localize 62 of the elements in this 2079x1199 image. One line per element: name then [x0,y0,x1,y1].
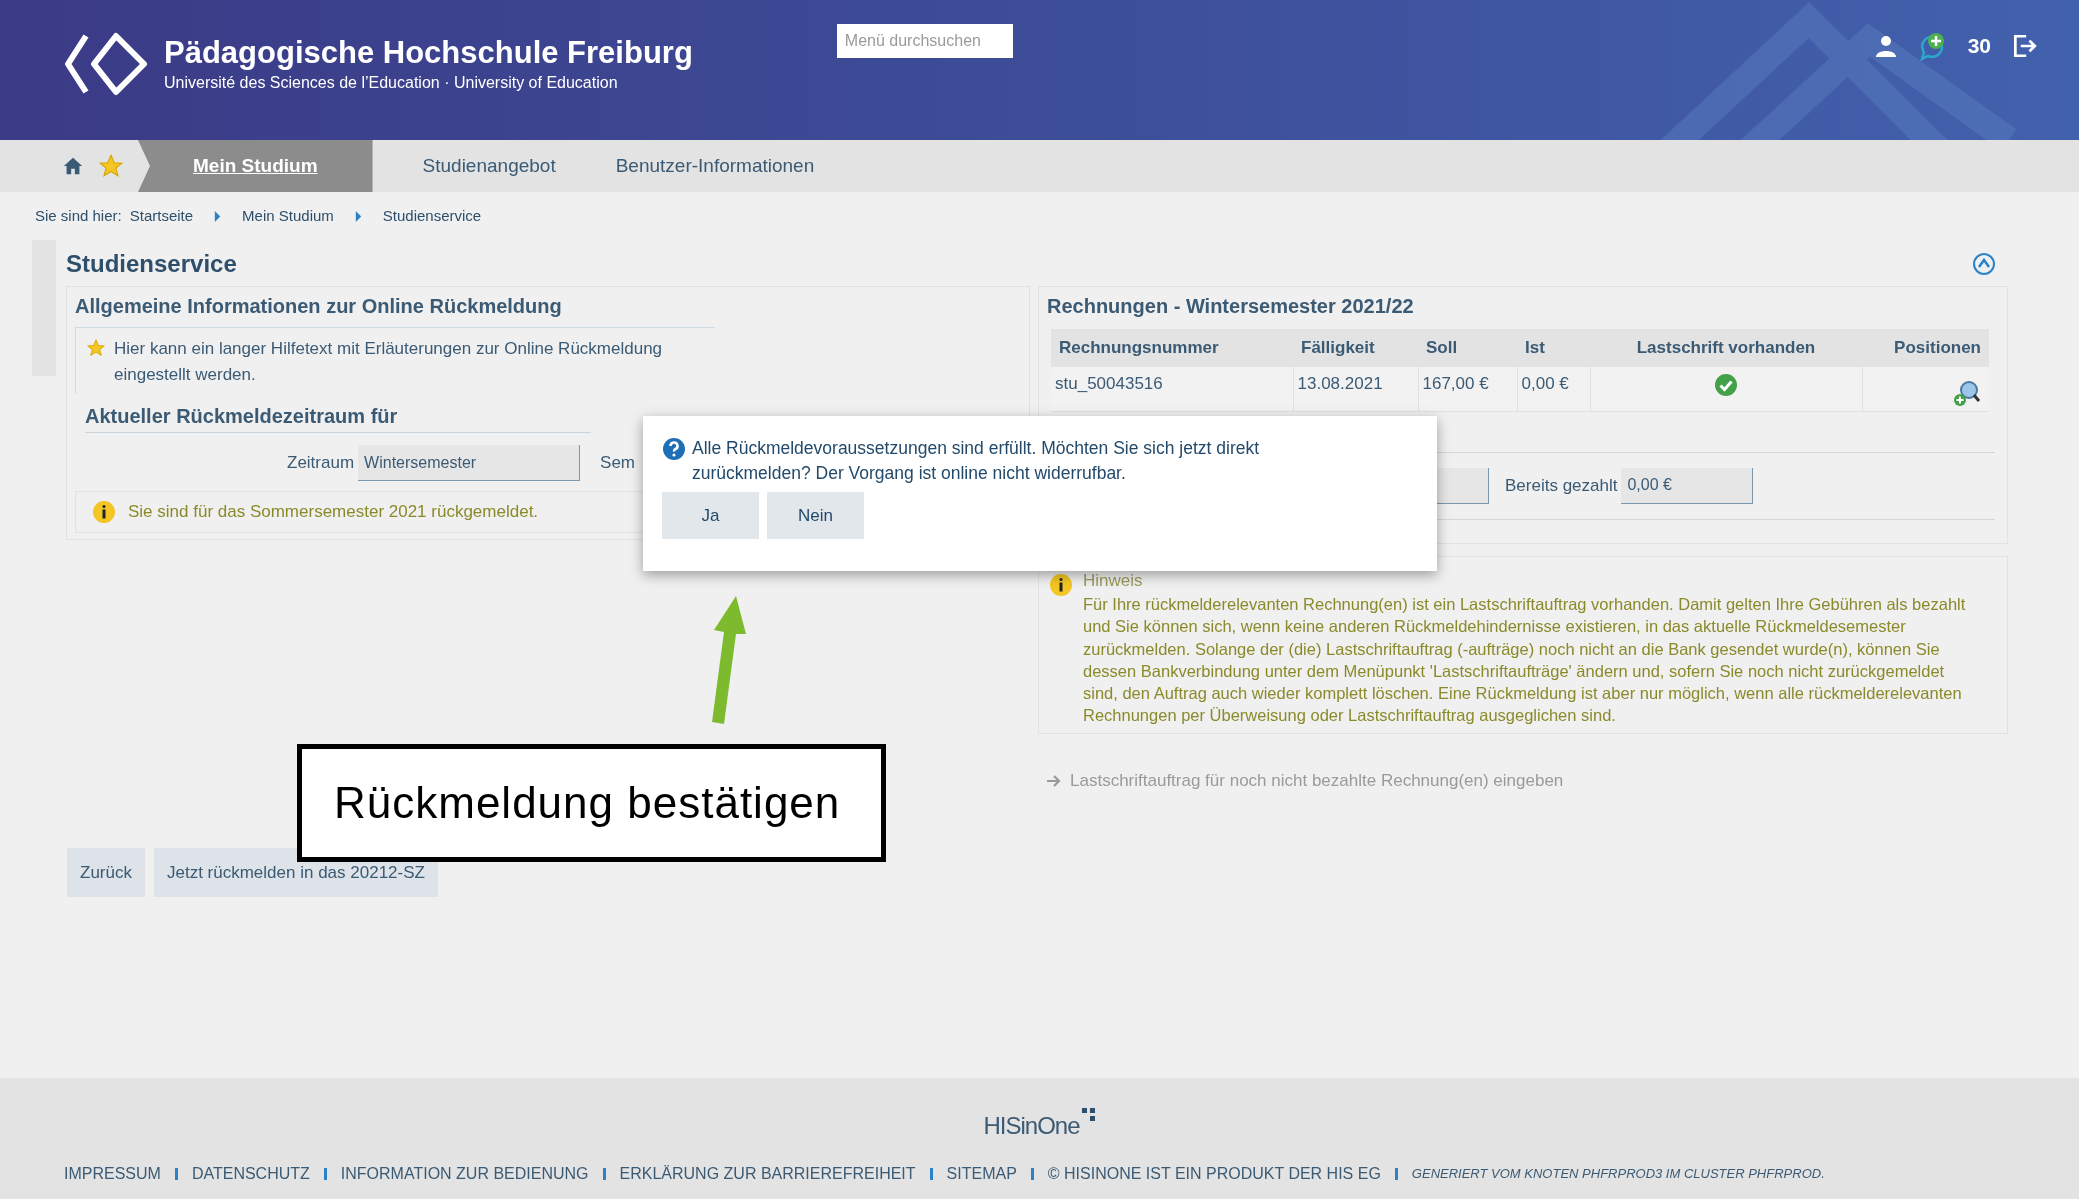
hint-text: Für Ihre rückmelderelevanten Rechnung(en) ist ein Lastschriftauftrag vorhanden. Damit gelten Ihre Gebühren als bezahlt und Sie können sich, wenn keine anderen Rückmeldehindernisse existieren, in das aktuelle Rückmeldesemester zurückmelden. Solange der (die) Lastschriftauftrag (-aufträge) noch nicht an die Bank gesendet wurde(n), können Sie dessen Bankverbindung unter dem Menüpunkt 'Lastschriftaufträge' ändern und, sofern Sie noch nicht zurückgemeldet sind, den Auftrag auch wieder komplett löschen. Eine Rückmeldung ist aber nur möglich, wenn alle rückmelderelevanten Rechnungen per Überweisung oder Lastschriftauftrag ausgeglichen sind. [1083,594,1967,727]
info-icon [1049,573,1073,597]
star-icon[interactable] [98,153,124,179]
site-subtitle: Université des Sciences de l’Education · University of Education [164,73,619,93]
site-title: Pädagogische Hochschule Freiburg [164,34,693,72]
logo-dots-icon [1081,1108,1096,1122]
table-cell: 167,00 € [1418,367,1517,411]
footer-logo: HISinOne [983,1111,1080,1141]
field-label: Sem [600,452,636,475]
arrow-right-icon [1046,772,1062,789]
nav-tab[interactable]: Mein Studium [138,140,373,192]
dialog-button[interactable]: Ja [662,492,759,539]
help-icon [662,437,686,461]
field-label: Zeitraum [287,452,355,475]
footer-link[interactable]: © HISINONE IST EIN PRODUKT DER HIS EG [1047,1162,1381,1186]
star-icon [86,338,106,358]
column-header: Fälligkeit [1293,329,1418,367]
home-icon[interactable] [62,155,84,177]
logout-icon[interactable] [2011,32,2037,59]
help-text: Hier kann ein langer Hilfetext mit Erläuterungen zur Online Rückmeldung eingestellt werden. [114,338,664,386]
column-header: Rechnungsnummer [1051,329,1293,367]
footer-link[interactable]: ERKLÄRUNG ZUR BARRIEREFREIHEIT [619,1162,916,1186]
notification-count: 30 [1967,33,1991,59]
column-header: Lastschrift vorhanden [1590,329,1862,367]
breadcrumb-link[interactable]: Startseite [129,204,194,228]
dialog-message: Alle Rückmeldevoraussetzungen sind erfüllt. Möchten Sie sich jetzt direkt zurückmelden? Der Vorgang ist online nicht widerrufbar. [692,437,1261,485]
table-cell: 13.08.2021 [1293,367,1418,411]
footer-link[interactable]: INFORMATION ZUR BEDIENUNG [340,1162,589,1186]
section-heading: Aktueller Rückmeldezeitraum für [85,400,591,433]
footer-link[interactable]: IMPRESSUM [64,1162,161,1186]
action-button[interactable]: Zurück [67,848,145,897]
breadcrumb-label: Sie sind hier: [35,205,122,226]
zoom-in-icon[interactable] [1953,378,1981,407]
dialog-button[interactable]: Nein [767,492,864,539]
breadcrumb-link[interactable]: Studienservice [382,204,482,228]
footer-note: GENERIERT VOM KNOTEN PHFRPROD3 IM CLUSTER PHFRPROD. [1411,1165,1825,1184]
panel-title: Allgemeine Informationen zur Online Rückmeldung [75,294,563,319]
period-field[interactable]: Wintersemester [358,445,581,481]
logo-icon[interactable] [64,32,148,96]
panel-title: Rechnungen - Wintersemester 2021/22 [1047,294,1415,319]
paid-field[interactable]: 0,00 € [1621,467,1754,504]
field-label: Bereits gezahlt [1505,474,1618,497]
user-icon[interactable] [1873,33,1898,58]
nav-tab[interactable]: Studienangebot [392,140,586,192]
search-field[interactable]: Menü durchsuchen [836,24,1013,58]
nav-tab[interactable]: Benutzer-Informationen [585,140,845,192]
table-cell: 0,00 € [1517,367,1590,411]
column-header: Positionen [1862,329,1989,367]
footer-link[interactable]: DATENSCHUTZ [191,1162,310,1186]
notice-text: Sie sind für das Sommersemester 2021 rückgemeldet. [128,501,539,524]
callout-tooltip: Rückmeldung bestätigen [297,744,886,862]
collapse-icon[interactable] [1972,252,1996,276]
breadcrumb-link[interactable]: Mein Studium [242,204,334,228]
column-header: Soll [1418,329,1517,367]
footer-link[interactable]: SITEMAP [946,1162,1017,1186]
table-cell: stu_50043516 [1051,367,1293,411]
chevron-icon [213,209,223,223]
chevron-icon [353,209,363,223]
hint-title: Hinweis [1083,570,1144,592]
page-title: Studienservice [66,249,237,279]
info-icon [92,500,116,524]
column-header: Ist [1517,329,1590,367]
